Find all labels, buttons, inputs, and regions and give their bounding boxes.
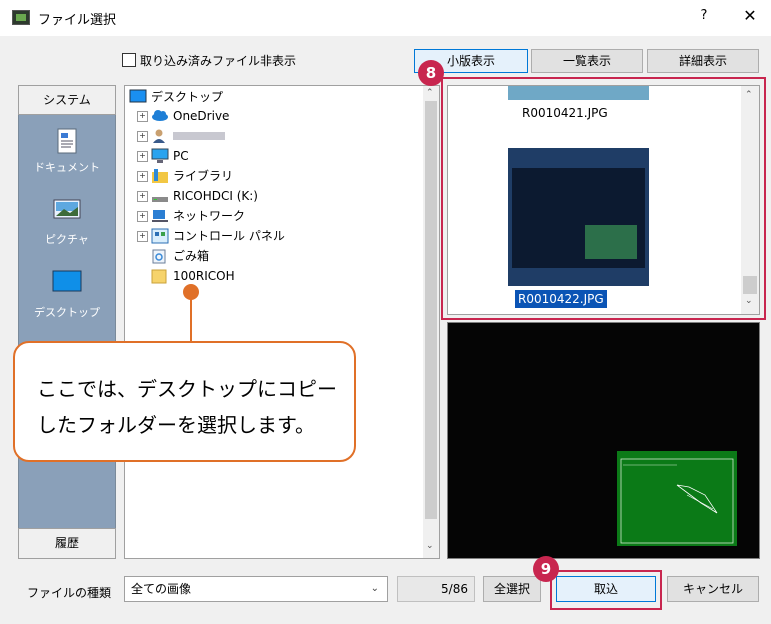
close-button[interactable]: ✕ xyxy=(738,6,762,28)
callout-speech-box: ここでは、デスクトップにコピー したフォルダーを選択します。 xyxy=(13,341,356,462)
redacted-user-name xyxy=(173,132,225,140)
file-type-select[interactable]: 全ての画像 ⌄ xyxy=(124,576,388,602)
desktop-icon xyxy=(129,89,147,103)
tab-detail-view[interactable]: 詳細表示 xyxy=(647,49,759,73)
preview-content xyxy=(617,451,737,546)
tree-item-control-panel[interactable]: + コントロール パネル xyxy=(125,226,415,246)
tree-item-user[interactable]: + xyxy=(125,126,415,146)
sidebar-item-desktop[interactable]: デスクトップ xyxy=(18,270,116,320)
pc-icon xyxy=(151,148,169,163)
chevron-down-icon[interactable]: ⌄ xyxy=(371,577,379,601)
drive-icon xyxy=(152,197,168,202)
expand-icon[interactable]: + xyxy=(137,111,148,122)
help-button[interactable]: ? xyxy=(692,8,716,28)
tree-item-network[interactable]: + ネットワーク xyxy=(125,206,415,226)
tree-scrollbar-thumb[interactable] xyxy=(425,101,437,519)
cloud-icon xyxy=(152,110,168,121)
tree-label: ネットワーク xyxy=(173,209,246,223)
expand-icon[interactable]: + xyxy=(137,151,148,162)
desktop-icon xyxy=(52,270,82,292)
app-icon xyxy=(12,10,30,25)
sidebar-item-documents-label: ドキュメント xyxy=(34,161,100,174)
file-type-value: 全ての画像 xyxy=(131,582,192,596)
tree-label: ごみ箱 xyxy=(173,249,210,263)
callout-pointer-line xyxy=(190,295,192,343)
tree-item-recycle-bin[interactable]: ごみ箱 xyxy=(125,246,415,266)
select-all-button[interactable]: 全選択 xyxy=(483,576,541,602)
sidebar-item-desktop-label: デスクトップ xyxy=(34,306,100,319)
preview-drawing xyxy=(620,458,734,544)
tree-label: RICOHDCI (K:) xyxy=(173,189,258,203)
folder-tree[interactable]: デスクトップ + OneDrive + + PC + ライブラリ + RICOH… xyxy=(124,85,440,559)
callout-pointer-dot xyxy=(183,284,199,300)
sidebar-item-pictures-label: ピクチャ xyxy=(45,233,89,246)
hide-imported-label: 取り込み済みファイル非表示 xyxy=(140,54,297,68)
tree-item-desktop[interactable]: デスクトップ xyxy=(125,87,415,107)
library-icon xyxy=(152,169,168,183)
folder-icon xyxy=(151,269,167,284)
callout-line-1: ここでは、デスクトップにコピー xyxy=(37,377,337,401)
tree-label: デスクトップ xyxy=(151,90,224,104)
scroll-down-icon[interactable]: ⌄ xyxy=(426,541,434,551)
tree-item-pc[interactable]: + PC xyxy=(125,146,415,166)
window-title: ファイル選択 xyxy=(38,13,117,28)
system-header-button[interactable]: システム xyxy=(18,85,116,115)
tree-item-onedrive[interactable]: + OneDrive xyxy=(125,106,415,126)
hide-imported-checkbox[interactable]: 取り込み済みファイル非表示 xyxy=(122,52,296,69)
expand-icon[interactable]: + xyxy=(137,171,148,182)
tab-list-view[interactable]: 一覧表示 xyxy=(531,49,643,73)
tree-label: PC xyxy=(173,149,189,163)
expand-icon[interactable]: + xyxy=(137,131,148,142)
document-icon xyxy=(57,128,77,154)
expand-icon[interactable]: + xyxy=(137,191,148,202)
history-button[interactable]: 履歴 xyxy=(18,528,116,559)
sidebar-item-pictures[interactable]: ピクチャ xyxy=(18,199,116,247)
callout-line-2: したフォルダーを選択します。 xyxy=(37,413,315,437)
scroll-up-icon[interactable]: ⌃ xyxy=(426,88,434,98)
pictures-icon xyxy=(53,199,81,219)
recycle-bin-icon xyxy=(152,249,166,264)
cancel-button[interactable]: キャンセル xyxy=(667,576,759,602)
highlight-frame-thumbnail xyxy=(441,77,766,320)
highlight-frame-import xyxy=(550,570,662,610)
tree-item-drive[interactable]: + RICOHDCI (K:) xyxy=(125,186,415,206)
tree-label: コントロール パネル xyxy=(173,229,285,243)
sidebar-item-documents[interactable]: ドキュメント xyxy=(18,128,116,175)
expand-icon[interactable]: + xyxy=(137,211,148,222)
user-icon xyxy=(153,129,165,143)
tree-label: ライブラリ xyxy=(173,169,234,183)
tree-item-library[interactable]: + ライブラリ xyxy=(125,166,415,186)
file-type-label: ファイルの種類 xyxy=(27,586,112,600)
tree-label: OneDrive xyxy=(173,109,230,123)
file-count: 5/86 xyxy=(397,576,475,602)
step-badge-8: 8 xyxy=(418,60,444,86)
control-panel-icon xyxy=(151,228,169,244)
checkbox-box[interactable] xyxy=(122,53,136,67)
tree-label: 100RICOH xyxy=(173,269,235,283)
network-icon xyxy=(152,210,168,222)
tree-item-100ricoh[interactable]: 100RICOH xyxy=(125,266,415,286)
expand-icon[interactable]: + xyxy=(137,231,148,242)
step-badge-9: 9 xyxy=(533,556,559,582)
